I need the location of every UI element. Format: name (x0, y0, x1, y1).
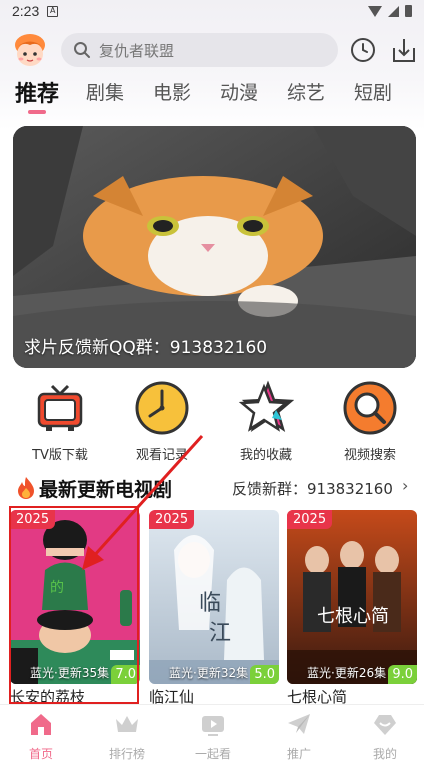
shortcut-video-search[interactable]: 视频搜索 (330, 380, 410, 463)
nav-label: 推广 (286, 747, 311, 761)
banner-caption: 求片反馈新QQ群：913832160 (24, 338, 268, 358)
poster-art: 的 (10, 510, 140, 684)
drama-card[interactable]: 七根心简 2025 蓝光·更新26集 9.0 七根心简 (287, 510, 417, 706)
magnifier-icon (343, 381, 397, 435)
nav-ranking[interactable]: 排行榜 (92, 711, 162, 762)
card-title: 长安的荔枝 (10, 688, 86, 706)
poster-art: 临 江 (149, 510, 279, 684)
year-badge: 2025 (149, 510, 195, 529)
bottom-nav: 首页 排行榜 一起看 推广 我的 (0, 704, 424, 764)
chevron-right-icon[interactable]: › (402, 476, 408, 495)
search-placeholder: 复仇者联盟 (99, 41, 175, 60)
history-clock-icon[interactable] (350, 37, 376, 63)
shortcut-label: 观看记录 (135, 448, 188, 463)
nav-label: 我的 (372, 747, 397, 761)
fire-icon (18, 477, 34, 499)
tab-anime[interactable]: 动漫 (220, 78, 258, 105)
wifi-icon (368, 5, 382, 17)
nav-label: 一起看 (194, 747, 231, 761)
update-status: 蓝光·更新32集 (169, 666, 249, 680)
cat-banner-image (13, 126, 416, 368)
profile-icon (374, 715, 396, 735)
tv-play-icon (202, 716, 224, 736)
poster-image: 的 2025 蓝光·更新35集 7.0 (10, 510, 140, 684)
home-icon (31, 714, 51, 735)
shortcut-watch-history[interactable]: 观看记录 (122, 380, 202, 463)
score-badge: 7.0 (111, 665, 140, 684)
nav-profile[interactable]: 我的 (350, 711, 420, 762)
star-icon (238, 380, 295, 432)
tv-icon (37, 384, 83, 431)
update-status: 蓝光·更新35集 (30, 666, 110, 680)
nav-label: 首页 (28, 747, 53, 761)
card-title: 七根心简 (287, 688, 348, 706)
notification-icon: A (47, 5, 59, 17)
shortcut-grid: TV版下载 观看记录 我的收藏 视频搜索 (0, 380, 424, 463)
signal-icon (388, 5, 399, 17)
status-bar: 2:23 A (0, 0, 424, 22)
category-tabs: 推荐 剧集 电影 动漫 综艺 短剧 (0, 78, 424, 118)
search-row: 复仇者联盟 (0, 30, 424, 70)
update-status: 蓝光·更新26集 (307, 666, 387, 680)
svg-text:江: 江 (209, 621, 231, 646)
poster-art: 七根心简 (287, 510, 417, 684)
shortcut-label: 视频搜索 (343, 448, 396, 463)
shortcut-label: TV版下载 (32, 448, 88, 463)
paper-plane-icon (288, 714, 310, 734)
clock-icon (135, 381, 189, 435)
drama-card-list: 的 2025 蓝光·更新35集 7.0 长安的荔枝 临 江 2025 蓝光·更新… (0, 510, 424, 710)
battery-icon (405, 5, 412, 17)
banner-carousel[interactable]: 求片反馈新QQ群：913832160 (13, 126, 416, 368)
shortcut-tv-download[interactable]: TV版下载 (20, 380, 100, 463)
tab-movies[interactable]: 电影 (153, 78, 191, 105)
section-title: 最新更新电视剧 (39, 479, 173, 501)
tab-recommend[interactable]: 推荐 (15, 76, 59, 108)
search-input[interactable]: 复仇者联盟 (61, 33, 338, 67)
year-badge: 2025 (287, 510, 333, 529)
nav-label: 排行榜 (108, 747, 145, 761)
nav-promote[interactable]: 推广 (264, 711, 334, 762)
feedback-group-link[interactable]: 反馈新群：913832160 (232, 478, 393, 499)
tab-series[interactable]: 剧集 (86, 78, 124, 105)
card-title: 临江仙 (149, 688, 195, 706)
score-badge: 9.0 (388, 665, 417, 684)
active-tab-indicator (28, 110, 46, 114)
svg-text:的: 的 (50, 580, 64, 596)
status-icons (368, 5, 412, 17)
tab-short-drama[interactable]: 短剧 (354, 78, 392, 105)
poster-image: 七根心简 2025 蓝光·更新26集 9.0 (287, 510, 417, 684)
status-time: 2:23 (12, 3, 40, 19)
search-icon (74, 42, 90, 58)
tab-variety[interactable]: 综艺 (287, 78, 325, 105)
shortcut-label: 我的收藏 (239, 448, 292, 463)
drama-card[interactable]: 的 2025 蓝光·更新35集 7.0 长安的荔枝 (10, 510, 140, 706)
score-badge: 5.0 (250, 665, 279, 684)
drama-card[interactable]: 临 江 2025 蓝光·更新32集 5.0 临江仙 (149, 510, 279, 706)
poster-image: 临 江 2025 蓝光·更新32集 5.0 (149, 510, 279, 684)
svg-text:临: 临 (199, 591, 221, 616)
section-header: 最新更新电视剧 反馈新群：913832160 › (0, 474, 424, 502)
nav-watch-together[interactable]: 一起看 (178, 711, 248, 762)
avatar-icon[interactable] (12, 32, 48, 68)
svg-text:七根心简: 七根心简 (317, 606, 389, 627)
shortcut-favorites[interactable]: 我的收藏 (226, 380, 306, 463)
download-icon[interactable] (391, 36, 417, 64)
nav-home[interactable]: 首页 (6, 711, 76, 762)
crown-icon (116, 716, 138, 732)
year-badge: 2025 (10, 510, 56, 529)
